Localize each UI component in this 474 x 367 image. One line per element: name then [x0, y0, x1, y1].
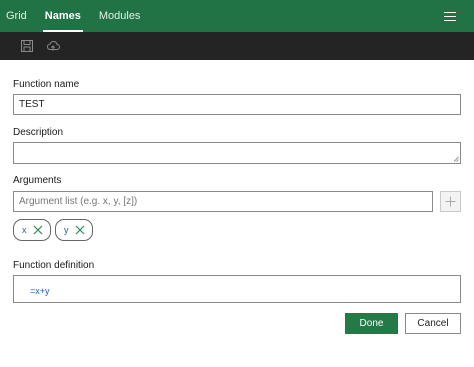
cancel-button-label: Cancel — [417, 318, 449, 329]
argument-chip-label: x — [22, 225, 27, 235]
argument-chip-label: y — [64, 225, 69, 235]
resize-handle-icon[interactable] — [453, 156, 459, 162]
tab-grid[interactable]: Grid — [0, 0, 35, 32]
function-definition-label: Function definition — [13, 260, 95, 271]
tab-label: Modules — [98, 10, 141, 22]
description-label: Description — [13, 127, 64, 138]
function-name-input[interactable]: TEST — [13, 94, 461, 115]
done-button[interactable]: Done — [345, 313, 398, 334]
function-name-label: Function name — [13, 79, 80, 90]
tab-names[interactable]: Names — [35, 0, 91, 32]
remove-argument-x-icon[interactable] — [33, 225, 43, 235]
argument-chip-y[interactable]: y — [55, 219, 93, 241]
toolbar — [0, 32, 474, 60]
arguments-label: Arguments — [13, 175, 62, 186]
cloud-upload-icon[interactable] — [46, 40, 60, 52]
function-definition-value: =x+y — [30, 286, 50, 296]
add-argument-button[interactable] — [440, 191, 461, 212]
arguments-input[interactable]: Argument list (e.g. x, y, [z]) — [13, 191, 433, 212]
tab-label: Names — [44, 10, 81, 22]
arguments-placeholder: Argument list (e.g. x, y, [z]) — [19, 196, 138, 207]
hamburger-menu-icon[interactable] — [444, 12, 456, 21]
save-icon[interactable] — [20, 40, 34, 52]
cancel-button[interactable]: Cancel — [405, 313, 461, 334]
function-definition-editor[interactable]: =x+y — [13, 275, 461, 303]
description-textarea[interactable] — [13, 142, 461, 164]
remove-argument-y-icon[interactable] — [75, 225, 85, 235]
tab-modules[interactable]: Modules — [91, 0, 149, 32]
plus-icon — [445, 196, 456, 207]
done-button-label: Done — [359, 318, 384, 329]
top-nav-bar: Grid Names Modules — [0, 0, 474, 32]
tab-label: Grid — [6, 10, 27, 22]
argument-chip-x[interactable]: x — [13, 219, 51, 241]
function-name-value: TEST — [19, 99, 45, 110]
